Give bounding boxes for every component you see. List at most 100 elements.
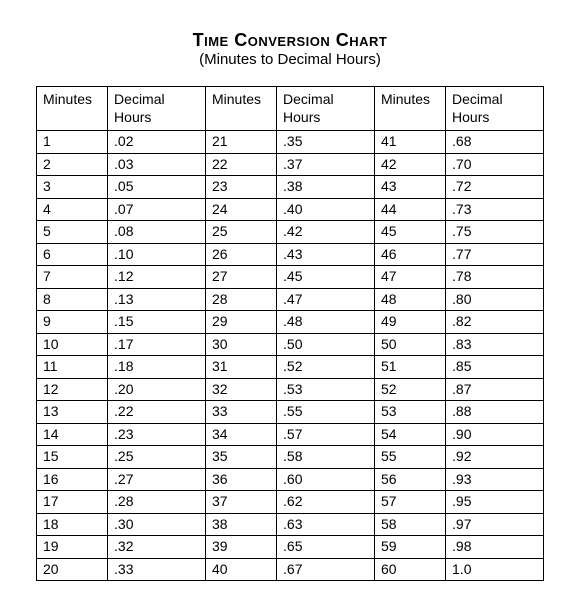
- cell-minutes: 58: [374, 513, 445, 536]
- cell-minutes: 57: [374, 491, 445, 514]
- cell-decimal: .05: [108, 176, 206, 199]
- cell-decimal: 1.0: [446, 558, 544, 581]
- cell-minutes: 37: [205, 491, 276, 514]
- table-row: 17.2837.6257.95: [37, 491, 544, 514]
- cell-minutes: 59: [374, 536, 445, 559]
- cell-minutes: 19: [37, 536, 108, 559]
- cell-decimal: .47: [277, 288, 375, 311]
- cell-minutes: 6: [37, 243, 108, 266]
- cell-decimal: .53: [277, 378, 375, 401]
- cell-decimal: .20: [108, 378, 206, 401]
- table-row: 10.1730.5050.83: [37, 333, 544, 356]
- cell-minutes: 55: [374, 446, 445, 469]
- cell-minutes: 54: [374, 423, 445, 446]
- cell-minutes: 50: [374, 333, 445, 356]
- cell-decimal: .30: [108, 513, 206, 536]
- cell-minutes: 52: [374, 378, 445, 401]
- cell-decimal: .15: [108, 311, 206, 334]
- cell-minutes: 44: [374, 198, 445, 221]
- cell-decimal: .98: [446, 536, 544, 559]
- cell-minutes: 29: [205, 311, 276, 334]
- page-subtitle: (Minutes to Decimal Hours): [36, 51, 544, 68]
- col-decimal: Decimal Hours: [277, 87, 375, 131]
- cell-decimal: .27: [108, 468, 206, 491]
- cell-minutes: 39: [205, 536, 276, 559]
- cell-decimal: .68: [446, 131, 544, 154]
- cell-decimal: .80: [446, 288, 544, 311]
- cell-decimal: .90: [446, 423, 544, 446]
- cell-minutes: 28: [205, 288, 276, 311]
- cell-decimal: .48: [277, 311, 375, 334]
- cell-minutes: 1: [37, 131, 108, 154]
- table-row: 20.3340.67601.0: [37, 558, 544, 581]
- cell-decimal: .35: [277, 131, 375, 154]
- cell-minutes: 23: [205, 176, 276, 199]
- cell-decimal: .97: [446, 513, 544, 536]
- cell-minutes: 26: [205, 243, 276, 266]
- table-row: 5.0825.4245.75: [37, 221, 544, 244]
- cell-decimal: .10: [108, 243, 206, 266]
- cell-decimal: .63: [277, 513, 375, 536]
- cell-minutes: 8: [37, 288, 108, 311]
- table-row: 16.2736.6056.93: [37, 468, 544, 491]
- cell-decimal: .87: [446, 378, 544, 401]
- cell-minutes: 15: [37, 446, 108, 469]
- cell-minutes: 4: [37, 198, 108, 221]
- cell-minutes: 25: [205, 221, 276, 244]
- cell-minutes: 13: [37, 401, 108, 424]
- cell-decimal: .13: [108, 288, 206, 311]
- cell-decimal: .82: [446, 311, 544, 334]
- table-row: 3.0523.3843.72: [37, 176, 544, 199]
- col-minutes: Minutes: [374, 87, 445, 131]
- cell-decimal: .43: [277, 243, 375, 266]
- cell-decimal: .02: [108, 131, 206, 154]
- table-row: 9.1529.4849.82: [37, 311, 544, 334]
- cell-minutes: 10: [37, 333, 108, 356]
- table-row: 15.2535.5855.92: [37, 446, 544, 469]
- cell-minutes: 27: [205, 266, 276, 289]
- cell-minutes: 47: [374, 266, 445, 289]
- cell-minutes: 18: [37, 513, 108, 536]
- cell-decimal: .62: [277, 491, 375, 514]
- cell-decimal: .85: [446, 356, 544, 379]
- cell-decimal: .77: [446, 243, 544, 266]
- cell-minutes: 3: [37, 176, 108, 199]
- cell-minutes: 33: [205, 401, 276, 424]
- col-minutes: Minutes: [37, 87, 108, 131]
- cell-decimal: .70: [446, 153, 544, 176]
- cell-decimal: .45: [277, 266, 375, 289]
- cell-minutes: 22: [205, 153, 276, 176]
- cell-decimal: .93: [446, 468, 544, 491]
- cell-decimal: .50: [277, 333, 375, 356]
- cell-minutes: 36: [205, 468, 276, 491]
- cell-minutes: 24: [205, 198, 276, 221]
- cell-minutes: 53: [374, 401, 445, 424]
- table-row: 19.3239.6559.98: [37, 536, 544, 559]
- cell-decimal: .52: [277, 356, 375, 379]
- cell-decimal: .07: [108, 198, 206, 221]
- cell-decimal: .03: [108, 153, 206, 176]
- cell-minutes: 48: [374, 288, 445, 311]
- table-body: 1.0 22 1 .3541.682.0322.3742.703.0523.3843.…: [37, 131, 544, 581]
- cell-decimal: .83: [446, 333, 544, 356]
- cell-decimal: .73: [446, 198, 544, 221]
- cell-minutes: 5: [37, 221, 108, 244]
- cell-decimal: .25: [108, 446, 206, 469]
- cell-minutes: 60: [374, 558, 445, 581]
- cell-minutes: 41: [374, 131, 445, 154]
- cell-minutes: 14: [37, 423, 108, 446]
- cell-decimal: .32: [108, 536, 206, 559]
- col-decimal: Decimal Hours: [108, 87, 206, 131]
- table-row: 18.3038.6358.97: [37, 513, 544, 536]
- cell-minutes: 12: [37, 378, 108, 401]
- cell-decimal: .75: [446, 221, 544, 244]
- table-row: 11.1831.5251.85: [37, 356, 544, 379]
- table-row: 8.1328.4748.80: [37, 288, 544, 311]
- cell-minutes: 45: [374, 221, 445, 244]
- conversion-table: Minutes Decimal Hours Minutes Decimal Ho…: [36, 86, 544, 581]
- col-decimal: Decimal Hours: [446, 87, 544, 131]
- cell-decimal: .37: [277, 153, 375, 176]
- table-row: 6.1026.4346.77: [37, 243, 544, 266]
- table-row: 2.0322.3742.70: [37, 153, 544, 176]
- cell-minutes: 49: [374, 311, 445, 334]
